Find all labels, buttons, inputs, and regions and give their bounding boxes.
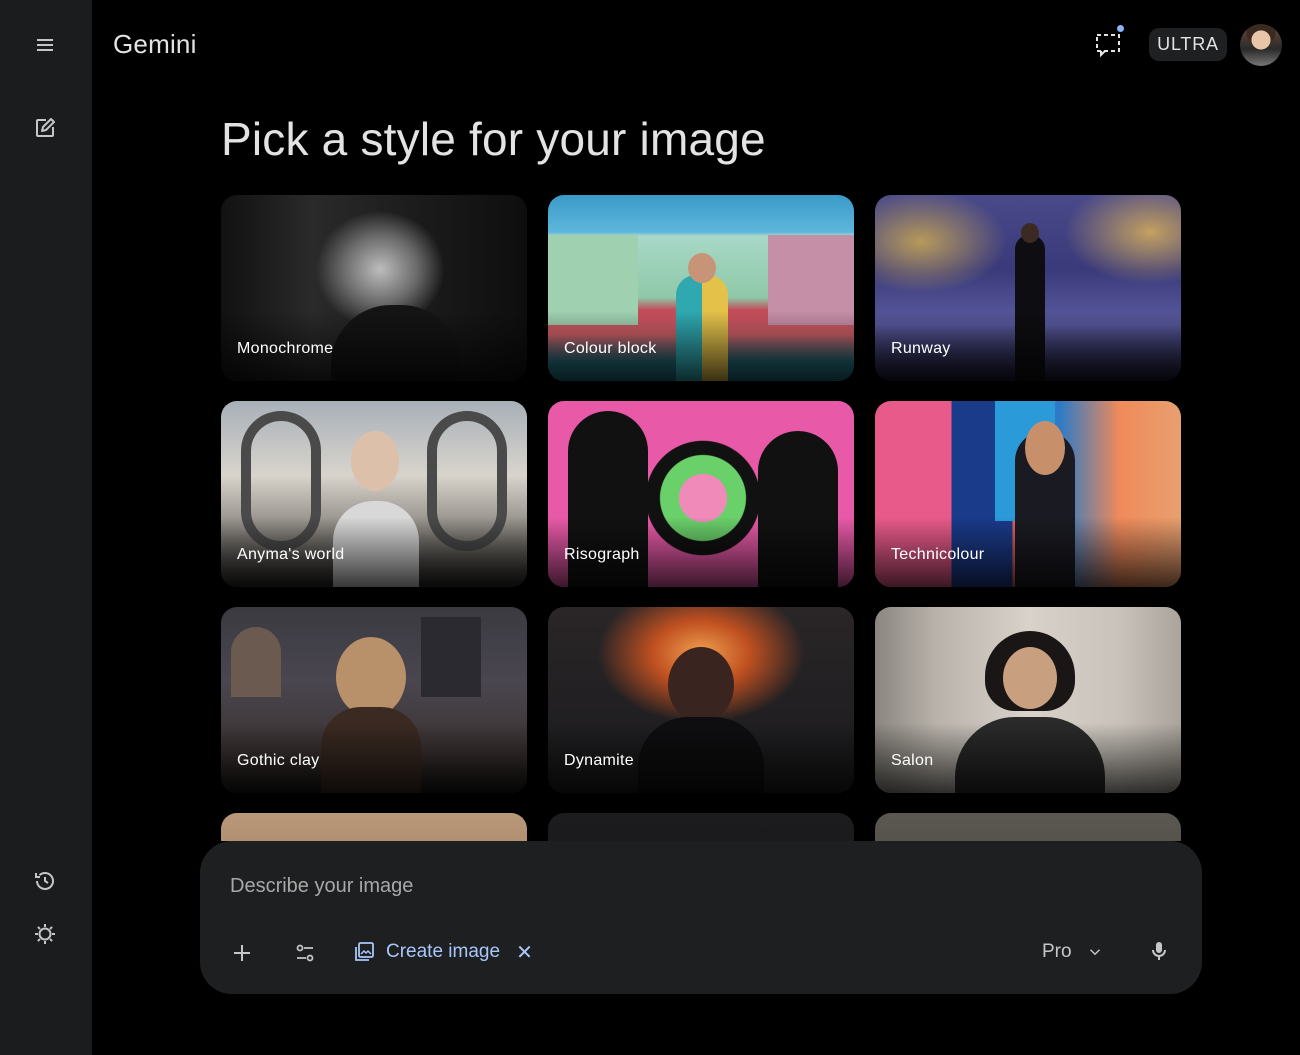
- microphone-icon: [1152, 942, 1166, 960]
- avatar[interactable]: [1240, 24, 1282, 66]
- style-card-gothic-clay[interactable]: Gothic clay: [221, 607, 527, 793]
- style-card-partial[interactable]: [875, 813, 1181, 841]
- settings-button[interactable]: [24, 913, 66, 955]
- style-label: Runway: [891, 340, 951, 357]
- feedback-button[interactable]: [1088, 24, 1128, 64]
- settings-icon: [35, 924, 55, 944]
- history-button[interactable]: [24, 860, 66, 902]
- style-card-anymas-world[interactable]: Anyma's world: [221, 401, 527, 587]
- style-grid: Monochrome Colour block Runway Anyma's w…: [221, 195, 1181, 841]
- model-label: Pro: [1042, 941, 1072, 962]
- model-selector[interactable]: Pro: [1042, 936, 1104, 968]
- tools-button[interactable]: [289, 937, 321, 969]
- style-card-risograph[interactable]: Risograph: [548, 401, 854, 587]
- style-label: Technicolour: [891, 546, 985, 563]
- plan-badge[interactable]: ULTRA: [1149, 28, 1227, 61]
- prompt-composer: Create image ✕ Pro: [200, 841, 1202, 994]
- style-card-salon[interactable]: Salon: [875, 607, 1181, 793]
- plus-icon: [234, 945, 250, 961]
- new-chat-icon: [36, 118, 55, 137]
- create-image-chip[interactable]: Create image ✕: [352, 936, 533, 968]
- sidebar: [0, 0, 92, 1055]
- style-label: Anyma's world: [237, 546, 345, 563]
- menu-icon: [37, 39, 53, 51]
- style-label: Dynamite: [564, 752, 634, 769]
- style-card-runway[interactable]: Runway: [875, 195, 1181, 381]
- tune-icon: [296, 944, 314, 962]
- style-label: Colour block: [564, 340, 657, 357]
- create-image-label: Create image: [386, 941, 501, 962]
- style-label: Risograph: [564, 546, 640, 563]
- image-stack-icon: [355, 942, 374, 961]
- chevron-down-icon: [1089, 949, 1100, 956]
- style-card-partial[interactable]: [221, 813, 527, 841]
- style-label: Gothic clay: [237, 752, 320, 769]
- new-chat-button[interactable]: [24, 107, 66, 149]
- close-icon[interactable]: ✕: [516, 940, 533, 965]
- style-card-colour-block[interactable]: Colour block: [548, 195, 854, 381]
- main-menu-button[interactable]: [24, 24, 66, 66]
- app-title[interactable]: Gemini: [113, 29, 197, 60]
- notification-dot: [1117, 25, 1124, 32]
- screen-capture-icon: [1096, 34, 1120, 58]
- style-card-dynamite[interactable]: Dynamite: [548, 607, 854, 793]
- microphone-button[interactable]: [1143, 935, 1175, 967]
- style-card-monochrome[interactable]: Monochrome: [221, 195, 527, 381]
- page-title: Pick a style for your image: [221, 113, 766, 165]
- style-card-technicolour[interactable]: Technicolour: [875, 401, 1181, 587]
- history-icon: [35, 872, 54, 890]
- style-label: Monochrome: [237, 340, 334, 357]
- style-card-partial[interactable]: [548, 813, 854, 841]
- style-label: Salon: [891, 752, 934, 769]
- add-button[interactable]: [226, 937, 258, 969]
- prompt-input[interactable]: [230, 869, 930, 903]
